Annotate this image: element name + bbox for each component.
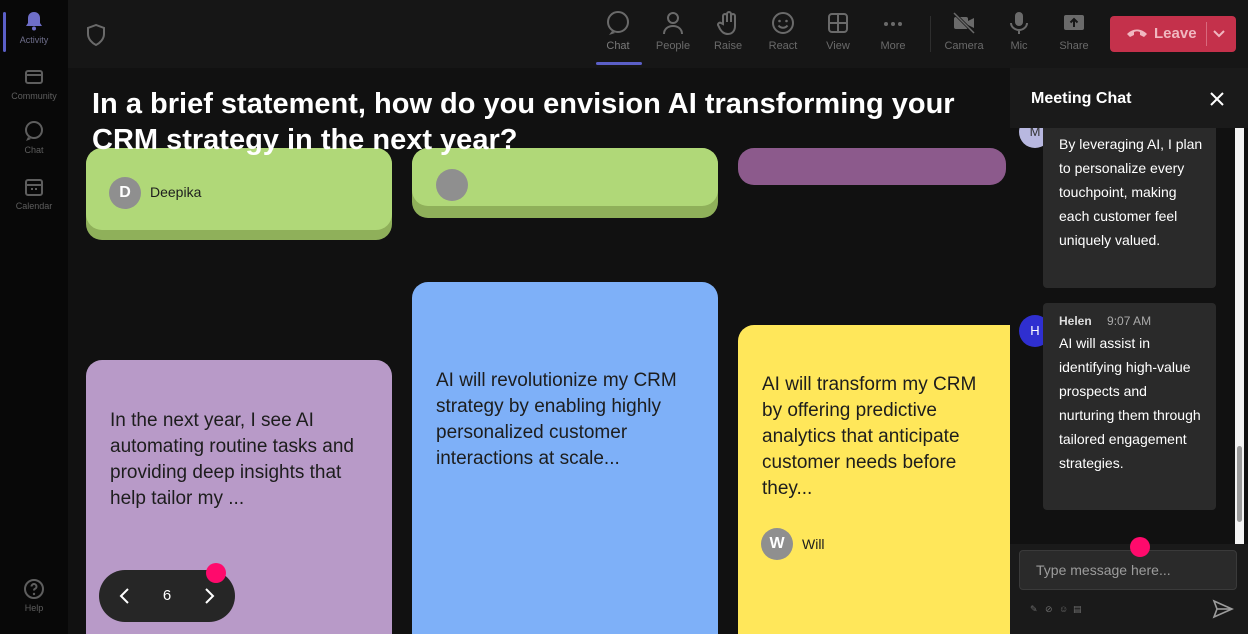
app-rail: Activity Community Chat Calendar Help xyxy=(0,0,69,634)
raise-hand-button[interactable]: Raise xyxy=(701,10,755,64)
bell-icon xyxy=(26,12,42,31)
emoji-icon[interactable]: ☺ xyxy=(1059,604,1068,614)
more-icon xyxy=(884,22,902,26)
calendar-icon xyxy=(25,179,43,196)
chevron-down-icon[interactable] xyxy=(1212,27,1226,41)
card-author: Will xyxy=(802,536,825,552)
card-text: In the next year, I see AI automating ro… xyxy=(110,410,354,509)
response-card[interactable] xyxy=(412,148,718,218)
format-icon[interactable]: ✎ xyxy=(1030,604,1038,615)
response-card[interactable]: AI will transform my CRM by offering pre… xyxy=(738,325,1010,634)
view-button-label: View xyxy=(826,40,850,52)
camera-button-label: Camera xyxy=(944,40,984,52)
rail-item-label: Calendar xyxy=(15,201,53,211)
grid-view-icon xyxy=(828,13,848,33)
community-icon xyxy=(25,70,43,84)
sender-name: Helen xyxy=(1059,314,1092,328)
rail-item-help[interactable]: Help xyxy=(0,578,68,613)
whiteboard-stage: D Deepika In a brief statement, how do y… xyxy=(68,68,1010,634)
avatar xyxy=(436,169,468,201)
camera-button[interactable]: Camera xyxy=(937,10,991,64)
people-icon xyxy=(663,12,683,35)
avatar: D xyxy=(109,177,141,209)
message-input[interactable] xyxy=(1019,550,1237,590)
message-text: By leveraging AI, I plan to personalize … xyxy=(1059,136,1203,248)
chat-button-label: Chat xyxy=(606,40,630,52)
people-button[interactable]: People xyxy=(646,10,700,64)
chat-scrollbar[interactable] xyxy=(1235,128,1244,544)
chevron-right-icon[interactable] xyxy=(199,586,219,606)
react-button[interactable]: React xyxy=(756,10,810,64)
share-screen-icon xyxy=(1064,15,1084,30)
card-face: D Deepika xyxy=(86,148,392,230)
card-text: AI will transform my CRM by offering pre… xyxy=(762,374,977,499)
meeting-toolbar: Chat People Raise React View More Camera… xyxy=(68,0,1248,68)
response-card[interactable]: D Deepika xyxy=(86,148,392,240)
mic-icon xyxy=(1010,12,1028,34)
people-button-label: People xyxy=(655,40,691,52)
chat-message: By leveraging AI, I plan to personalize … xyxy=(1043,128,1216,288)
mic-button-label: Mic xyxy=(1010,40,1028,52)
camera-off-icon xyxy=(952,11,976,35)
chat-button[interactable]: Chat xyxy=(591,10,645,65)
phone-hangup-icon xyxy=(1127,29,1147,37)
attach-icon[interactable]: ⊘ xyxy=(1045,604,1053,615)
response-card[interactable]: AI will revolutionize my CRM strategy by… xyxy=(412,282,718,634)
meeting-chat-panel: Meeting Chat M By leveraging AI, I plan … xyxy=(1010,68,1248,634)
rail-item-community[interactable]: Community xyxy=(0,66,68,101)
toolbar-divider xyxy=(930,16,931,52)
rail-item-activity[interactable]: Activity xyxy=(0,10,68,52)
rail-item-label: Chat xyxy=(24,145,44,155)
raise-button-label: Raise xyxy=(713,40,743,52)
chat-message-list[interactable]: M By leveraging AI, I plan to personaliz… xyxy=(1010,128,1248,544)
panel-title: Meeting Chat xyxy=(1031,90,1132,107)
hand-icon xyxy=(717,11,736,36)
mic-button[interactable]: Mic xyxy=(992,10,1046,64)
avatar: W xyxy=(761,528,793,560)
share-button[interactable]: Share xyxy=(1047,10,1101,64)
react-button-label: React xyxy=(768,40,798,52)
card-text: AI will revolutionize my CRM strategy by… xyxy=(436,370,677,469)
message-header: Helen 9:07 AM xyxy=(1059,314,1151,328)
help-icon xyxy=(24,579,44,599)
cursor-marker xyxy=(206,563,226,583)
chat-icon xyxy=(607,11,629,35)
page-number: 6 xyxy=(162,587,172,604)
send-icon[interactable] xyxy=(1212,598,1234,620)
scroll-thumb[interactable] xyxy=(1237,446,1242,522)
chat-icon xyxy=(25,121,43,141)
leave-button-label: Leave xyxy=(1154,25,1197,42)
card-author: Deepika xyxy=(150,184,202,200)
rail-item-chat[interactable]: Chat xyxy=(0,120,68,155)
gif-icon[interactable]: ▤ xyxy=(1073,604,1082,615)
leave-divider xyxy=(1206,22,1207,46)
shield-icon[interactable] xyxy=(86,24,106,46)
chevron-left-icon[interactable] xyxy=(115,586,135,606)
share-button-label: Share xyxy=(1059,40,1089,52)
rail-item-label: Activity xyxy=(19,35,49,45)
more-button[interactable]: More xyxy=(866,10,920,64)
rail-item-label: Community xyxy=(11,91,57,101)
leave-button[interactable]: Leave xyxy=(1110,16,1236,52)
rail-item-label: Help xyxy=(24,603,44,613)
cursor-marker xyxy=(1130,537,1150,557)
message-time: 9:07 AM xyxy=(1107,314,1152,328)
close-icon[interactable] xyxy=(1208,90,1226,108)
message-text: AI will assist in identifying high-value… xyxy=(1059,335,1201,471)
rail-item-calendar[interactable]: Calendar xyxy=(0,176,68,211)
question-title: In a brief statement, how do you envisio… xyxy=(92,88,955,156)
view-button[interactable]: View xyxy=(811,10,865,64)
smile-icon xyxy=(772,12,794,34)
more-button-label: More xyxy=(880,40,906,52)
chat-message: Helen 9:07 AM AI will assist in identify… xyxy=(1043,303,1216,510)
